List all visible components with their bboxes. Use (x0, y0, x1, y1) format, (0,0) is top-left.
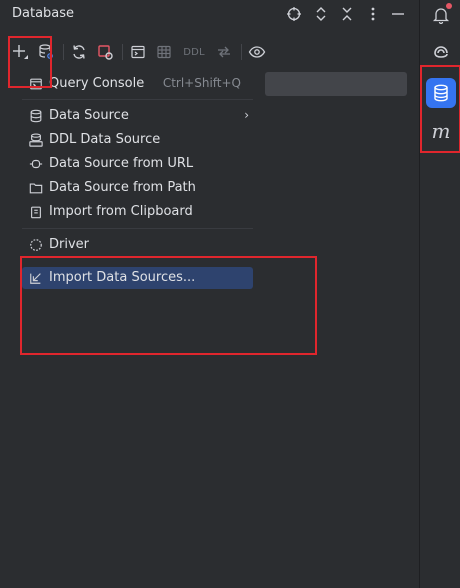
menu-item-driver[interactable]: Driver (18, 234, 257, 256)
menu-item-query-console[interactable]: Query Console Ctrl+Shift+Q (18, 73, 257, 95)
database-toolbar: DDL (0, 36, 419, 66)
menu-item-import-from-clipboard[interactable]: Import from Clipboard (18, 201, 257, 223)
notification-badge (446, 3, 452, 9)
submenu-arrow-icon: › (244, 108, 249, 122)
collapse-all-icon[interactable] (337, 4, 357, 24)
menu-separator (22, 99, 253, 100)
toolbar-separator (241, 44, 242, 60)
crosshair-icon[interactable] (284, 4, 304, 24)
menu-item-data-source-from-url[interactable]: Data Source from URL (18, 153, 257, 175)
menu-item-label: Data Source from URL (49, 156, 194, 171)
database-settings-icon[interactable] (35, 41, 57, 63)
toolbar-separator (63, 44, 64, 60)
database-icon (28, 108, 44, 124)
jump-icon[interactable] (213, 41, 235, 63)
menu-item-import-data-sources[interactable]: Import Data Sources... (22, 267, 253, 289)
ddl-label: DDL (183, 46, 205, 58)
add-icon[interactable] (9, 41, 31, 63)
menu-item-data-source[interactable]: Data Source › (18, 105, 257, 127)
more-vertical-icon[interactable] (363, 4, 383, 24)
tool-window-header: Database (0, 0, 419, 28)
import-icon (28, 270, 44, 286)
menu-item-label: Query Console (49, 76, 145, 91)
menu-item-data-source-from-path[interactable]: Data Source from Path (18, 177, 257, 199)
ddl-database-icon (28, 132, 44, 148)
toolbar-separator (122, 44, 123, 60)
ddl-icon[interactable]: DDL (181, 41, 207, 63)
menu-item-label: Import Data Sources... (49, 270, 196, 285)
tool-window-title: Database (12, 6, 75, 21)
menu-item-label: DDL Data Source (49, 132, 161, 147)
shortcut-label: Ctrl+Shift+Q (162, 76, 241, 90)
database-icon[interactable] (426, 78, 456, 108)
expand-collapse-icon[interactable] (311, 4, 331, 24)
menu-item-label: Data Source from Path (49, 180, 196, 195)
query-console-icon (28, 76, 44, 92)
right-tool-strip: m (419, 0, 460, 588)
clipboard-icon (28, 204, 44, 220)
ai-assistant-icon[interactable] (426, 36, 456, 66)
database-tool-window: Database DDL Query Console Ctrl+Shift+Q … (0, 0, 419, 588)
menu-item-label: Driver (49, 237, 90, 252)
link-icon (28, 156, 44, 172)
markdown-glyph: m (431, 119, 451, 143)
notifications-icon[interactable] (426, 0, 456, 30)
refresh-icon[interactable] (68, 41, 90, 63)
minimize-icon[interactable] (388, 4, 408, 24)
markdown-icon[interactable]: m (426, 116, 456, 146)
folder-icon (28, 180, 44, 196)
query-console-icon[interactable] (127, 41, 149, 63)
menu-item-label: Import from Clipboard (49, 204, 193, 219)
view-icon[interactable] (246, 41, 268, 63)
menu-separator (22, 228, 253, 229)
table-icon[interactable] (153, 41, 175, 63)
menu-item-label: Data Source (49, 108, 129, 123)
driver-icon (28, 237, 44, 253)
menu-item-ddl-data-source[interactable]: DDL Data Source (18, 129, 257, 151)
filter-field-background (265, 72, 407, 96)
stop-icon[interactable] (94, 41, 116, 63)
